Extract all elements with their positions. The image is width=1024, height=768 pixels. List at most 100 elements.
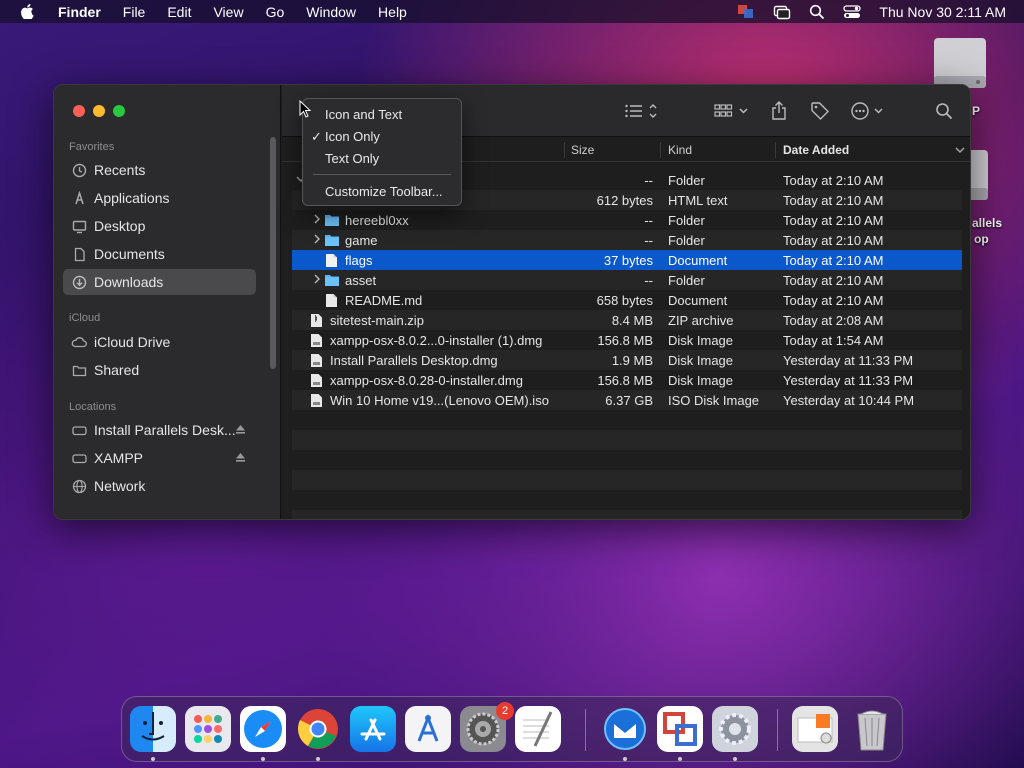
table-row[interactable]: Win 10 Home v19...(Lenovo OEM).iso 6.37 … xyxy=(292,390,962,410)
share-button[interactable] xyxy=(770,99,788,123)
spotlight-search-icon[interactable] xyxy=(809,4,825,20)
dock-separator xyxy=(585,709,586,751)
menu-divider xyxy=(313,174,451,175)
eject-icon[interactable] xyxy=(235,424,246,435)
screen-mirroring-icon[interactable] xyxy=(773,4,791,20)
desktop-icon-label: allels xyxy=(972,216,1003,230)
table-row[interactable]: hereebl0xx -- Folder Today at 2:10 AM xyxy=(292,210,962,230)
table-row[interactable]: asset -- Folder Today at 2:10 AM xyxy=(292,270,962,290)
sort-chevron-icon[interactable] xyxy=(955,146,965,154)
xcode-instruments-dock-icon[interactable] xyxy=(405,706,451,752)
menu-edit[interactable]: Edit xyxy=(167,4,191,20)
disk-image-icon xyxy=(311,374,322,387)
parallels-status-icon[interactable] xyxy=(737,4,755,20)
view-list-button[interactable] xyxy=(624,99,660,123)
disclosure-collapsed-icon[interactable] xyxy=(312,274,322,284)
file-date: Yesterday at 11:33 PM xyxy=(783,353,914,368)
menu-file[interactable]: File xyxy=(123,4,146,20)
sidebar-item-label: Install Parallels Desk... xyxy=(94,422,236,438)
sidebar-item-label: Shared xyxy=(94,362,140,378)
parallels-dock-icon[interactable] xyxy=(657,706,703,752)
thunderbird-icon xyxy=(604,708,646,750)
running-indicator xyxy=(733,757,737,761)
table-row[interactable]: xampp-osx-8.0.28-0-installer.dmg 156.8 M… xyxy=(292,370,962,390)
system-settings-dock-icon[interactable] xyxy=(712,706,758,752)
file-size: -- xyxy=(644,233,653,248)
chrome-dock-icon[interactable] xyxy=(295,706,341,752)
clock-icon xyxy=(71,162,87,178)
menu-extras: Thu Nov 30 2:11 AM xyxy=(737,0,1006,23)
xampp-folder-dock-icon[interactable] xyxy=(792,706,838,752)
sidebar-item-downloads[interactable]: Downloads xyxy=(63,269,256,295)
menu-view[interactable]: View xyxy=(213,4,243,20)
file-kind: Document xyxy=(668,253,728,268)
trash-dock-icon[interactable] xyxy=(849,706,895,752)
sidebar-item-recents[interactable]: Recents xyxy=(63,157,256,183)
textedit-dock-icon[interactable] xyxy=(515,706,561,752)
sidebar: Favorites Recents Applications Desktop D… xyxy=(54,85,281,519)
column-separator xyxy=(564,142,565,158)
file-list: -- Folder Today at 2:10 AM 612 bytes HTM… xyxy=(292,170,962,519)
file-kind: Disk Image xyxy=(668,373,734,388)
file-name: xampp-osx-8.0.28-0-installer.dmg xyxy=(330,373,523,388)
sidebar-item-install-parallels[interactable]: Install Parallels Desk... xyxy=(63,417,256,443)
apple-logo-icon[interactable] xyxy=(20,4,34,19)
thunderbird-dock-icon[interactable] xyxy=(602,706,648,752)
disclosure-collapsed-icon[interactable] xyxy=(312,214,322,224)
column-size[interactable]: Size xyxy=(571,143,594,157)
file-kind: Disk Image xyxy=(668,333,734,348)
safari-dock-icon[interactable] xyxy=(240,706,286,752)
sidebar-item-label: Downloads xyxy=(94,274,164,290)
sidebar-scrollbar[interactable] xyxy=(270,137,276,369)
finder-dock-icon[interactable] xyxy=(130,706,176,752)
table-row[interactable]: Install Parallels Desktop.dmg 1.9 MB Dis… xyxy=(292,350,962,370)
table-row-selected[interactable]: flags 37 bytes Document Today at 2:10 AM xyxy=(292,250,962,270)
sidebar-item-label: Recents xyxy=(94,162,146,178)
shared-folder-icon xyxy=(71,362,87,378)
menu-window[interactable]: Window xyxy=(306,4,356,20)
sidebar-item-icloud-drive[interactable]: iCloud Drive xyxy=(63,329,256,355)
search-button[interactable] xyxy=(935,99,953,123)
menu-clock[interactable]: Thu Nov 30 2:11 AM xyxy=(879,4,1006,20)
file-date: Today at 2:10 AM xyxy=(783,253,884,268)
sidebar-item-applications[interactable]: Applications xyxy=(63,185,256,211)
zoom-button[interactable] xyxy=(113,105,125,117)
column-date-added[interactable]: Date Added xyxy=(783,143,849,157)
table-row[interactable]: xampp-osx-8.0.2...0-installer (1).dmg 15… xyxy=(292,330,962,350)
applications-icon xyxy=(71,190,87,206)
sidebar-item-label: iCloud Drive xyxy=(94,334,171,350)
close-button[interactable] xyxy=(73,105,85,117)
disclosure-collapsed-icon[interactable] xyxy=(312,234,322,244)
sidebar-item-network[interactable]: Network xyxy=(63,473,256,499)
sidebar-item-shared[interactable]: Shared xyxy=(63,357,256,383)
file-size: 1.9 MB xyxy=(611,353,653,368)
sidebar-item-label: XAMPP xyxy=(94,450,144,466)
menu-go[interactable]: Go xyxy=(266,4,285,20)
action-button[interactable] xyxy=(850,99,886,123)
file-kind: Folder xyxy=(668,233,705,248)
table-row[interactable]: game -- Folder Today at 2:10 AM xyxy=(292,230,962,250)
notification-badge: 2 xyxy=(496,702,514,720)
menu-item-text-only[interactable]: Text Only xyxy=(325,151,379,166)
sidebar-item-documents[interactable]: Documents xyxy=(63,241,256,267)
control-center-icon[interactable] xyxy=(843,4,862,20)
menu-app-finder[interactable]: Finder xyxy=(58,4,101,20)
file-size: 6.37 GB xyxy=(605,393,653,408)
tag-icon xyxy=(811,102,829,120)
file-kind: Folder xyxy=(668,173,705,188)
menu-item-icon-and-text[interactable]: Icon and Text xyxy=(325,107,402,122)
eject-icon[interactable] xyxy=(235,452,246,463)
menu-item-customize-toolbar[interactable]: Customize Toolbar... xyxy=(325,184,443,199)
sidebar-item-desktop[interactable]: Desktop xyxy=(63,213,256,239)
table-row[interactable]: README.md 658 bytes Document Today at 2:… xyxy=(292,290,962,310)
minimize-button[interactable] xyxy=(93,105,105,117)
menu-item-icon-only[interactable]: Icon Only xyxy=(325,129,380,144)
launchpad-dock-icon[interactable] xyxy=(185,706,231,752)
group-button[interactable] xyxy=(714,99,750,123)
tags-button[interactable] xyxy=(810,99,830,123)
column-kind[interactable]: Kind xyxy=(668,143,692,157)
table-row[interactable]: sitetest-main.zip 8.4 MB ZIP archive Tod… xyxy=(292,310,962,330)
app-store-dock-icon[interactable] xyxy=(350,706,396,752)
sidebar-item-xampp[interactable]: XAMPP xyxy=(63,445,256,471)
menu-help[interactable]: Help xyxy=(378,4,407,20)
